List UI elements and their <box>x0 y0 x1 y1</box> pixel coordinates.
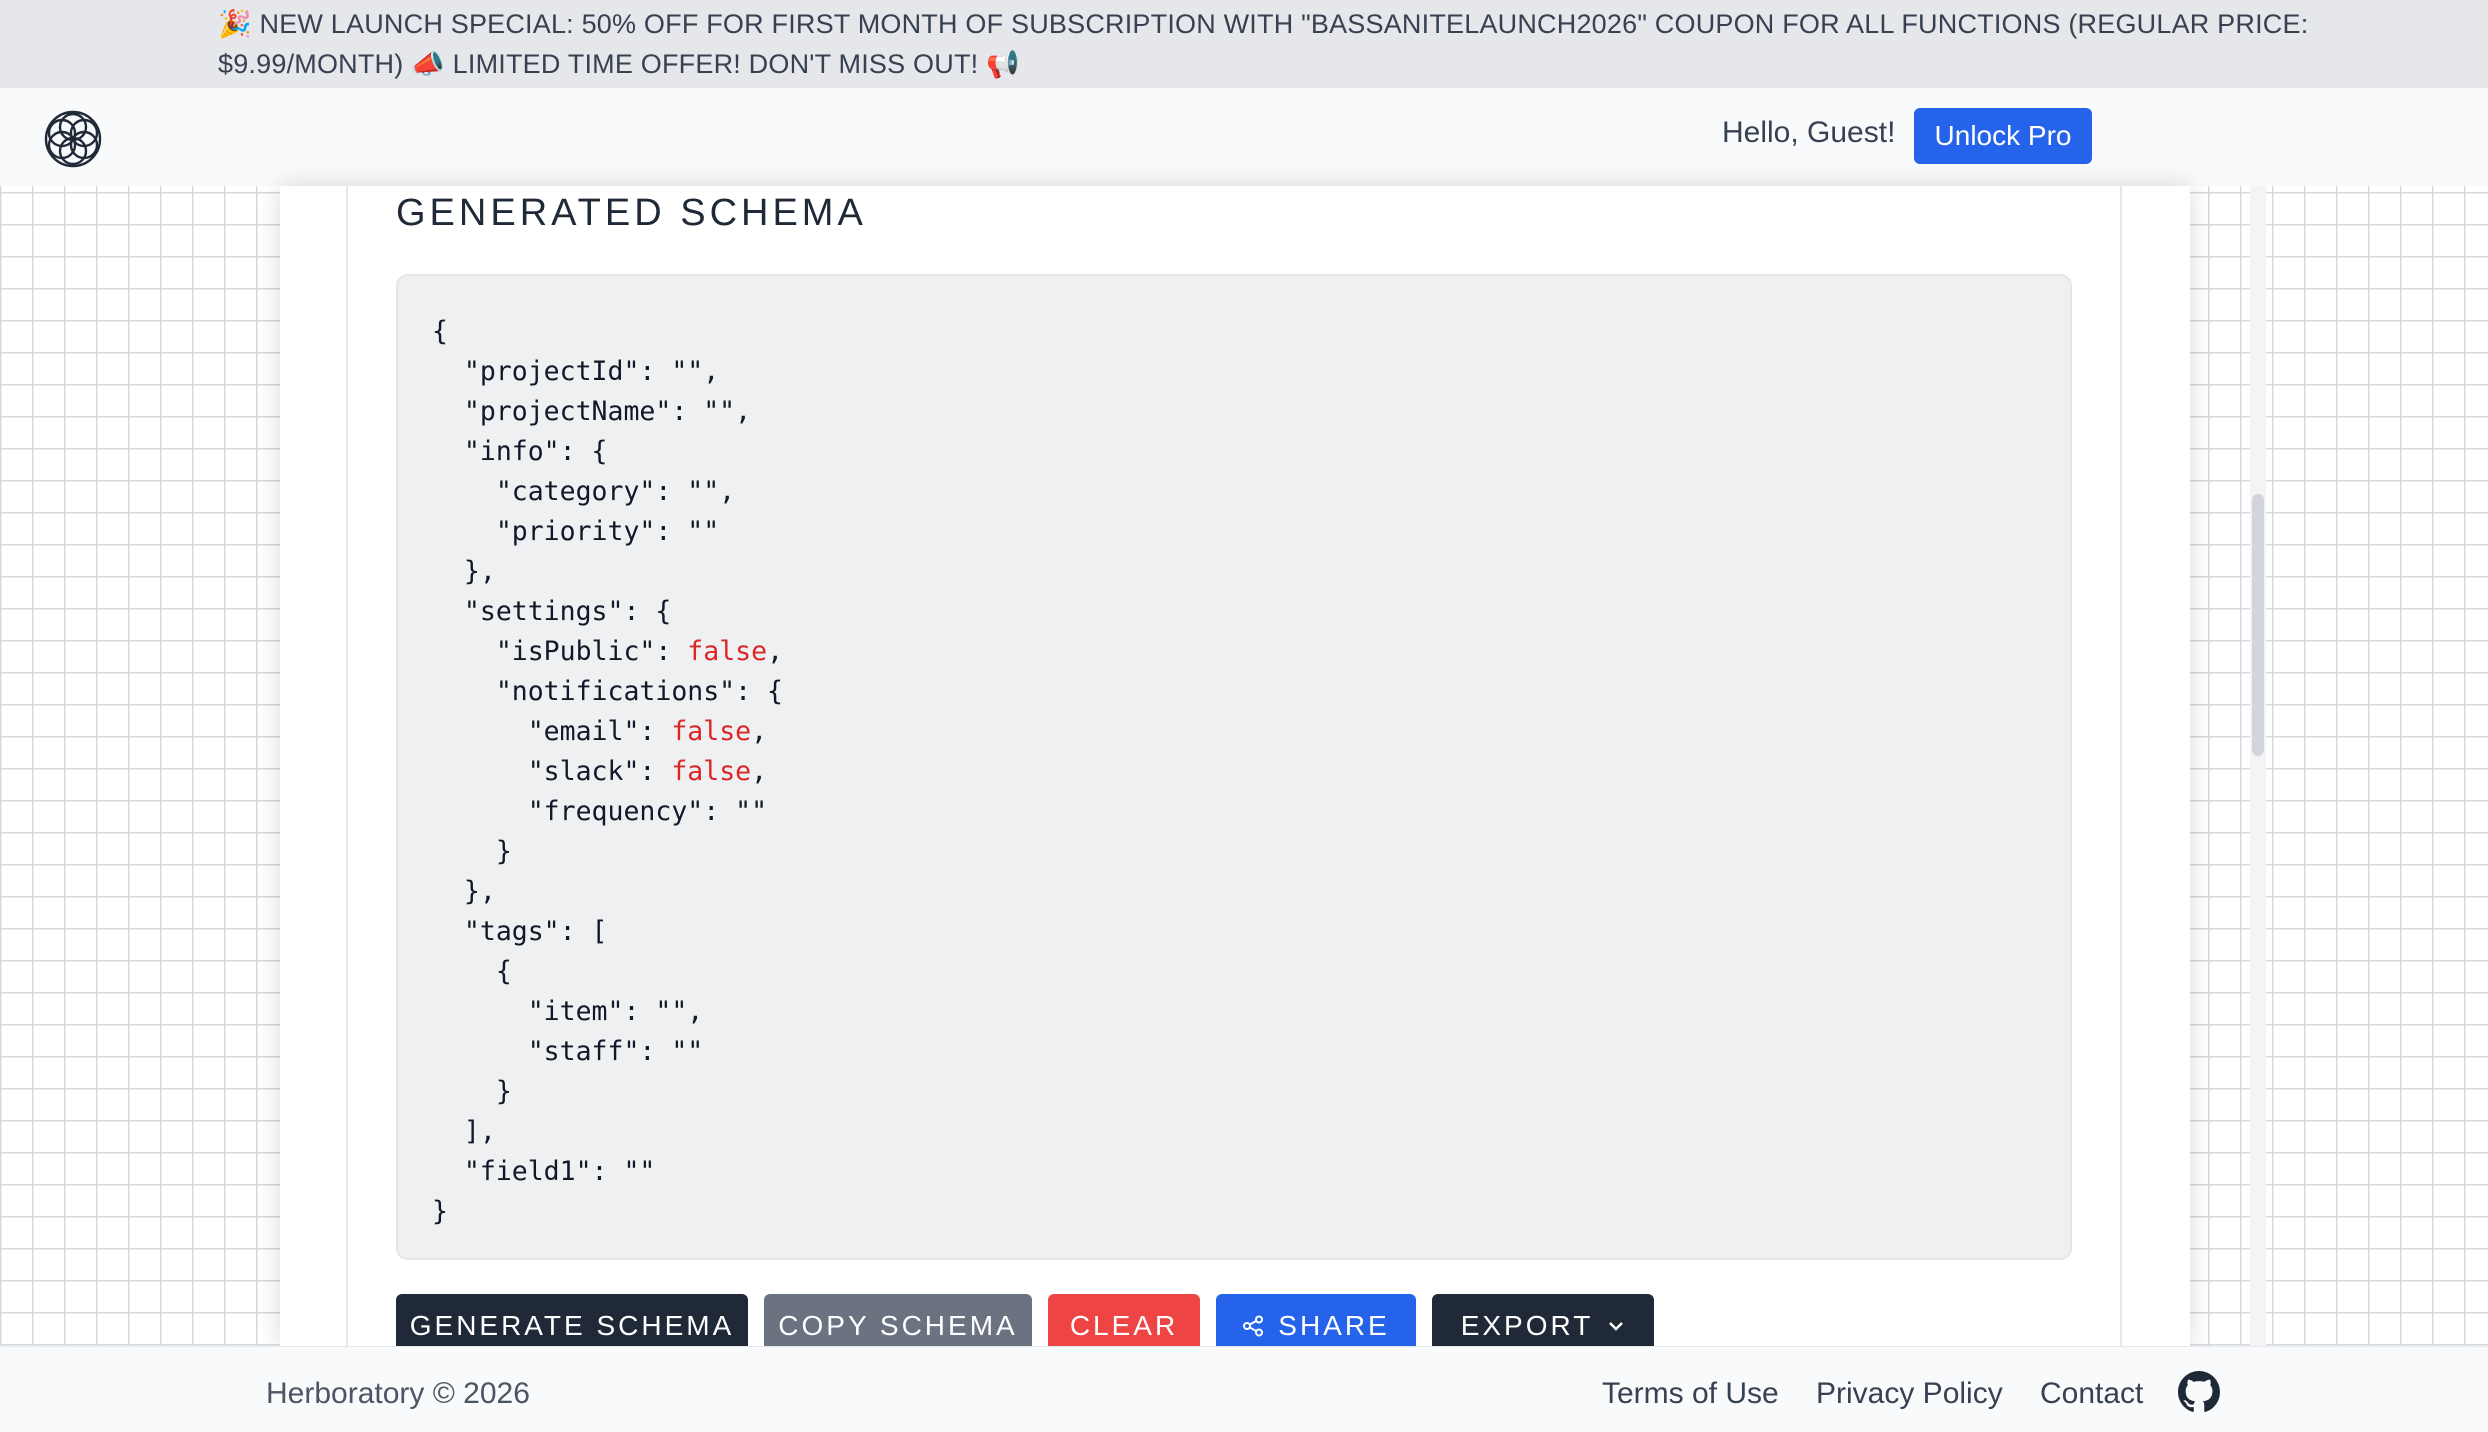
footer-link-contact[interactable]: Contact <box>2040 1377 2143 1411</box>
top-navbar: Hello, Guest! Unlock Pro <box>0 88 2488 186</box>
promo-banner-text: 🎉 NEW LAUNCH SPECIAL: 50% OFF FOR FIRST … <box>218 9 2309 79</box>
code-line: "staff": "" <box>432 1036 704 1067</box>
chevron-down-icon <box>1609 1322 1624 1331</box>
code-line: "slack": false, <box>432 756 768 787</box>
code-line: } <box>432 1076 512 1107</box>
code-line: }, <box>432 876 496 907</box>
code-line: "frequency": "" <box>432 796 768 827</box>
code-line: "projectName": "", <box>432 396 752 427</box>
schema-code: { "projectId": "", "projectName": "", "i… <box>432 312 2070 1232</box>
code-keyword: false <box>687 636 768 667</box>
github-icon[interactable] <box>2178 1371 2220 1413</box>
code-line: { <box>432 316 448 347</box>
logo-icon[interactable] <box>42 108 104 170</box>
code-line: "tags": [ <box>432 916 608 947</box>
code-line: } <box>432 836 512 867</box>
code-line: "priority": "" <box>432 516 720 547</box>
code-line: "isPublic": false, <box>432 636 784 667</box>
code-line: "info": { <box>432 436 608 467</box>
section-title: GENERATED SCHEMA <box>396 192 867 234</box>
code-line: "settings": { <box>432 596 672 627</box>
scrollbar-track[interactable] <box>2250 186 2266 1346</box>
footer-link-privacy[interactable]: Privacy Policy <box>1816 1377 2003 1411</box>
generate-schema-label: GENERATE SCHEMA <box>409 1310 735 1341</box>
code-line: "projectId": "", <box>432 356 720 387</box>
copy-schema-label: COPY SCHEMA <box>778 1310 1018 1341</box>
share-label: SHARE <box>1278 1310 1390 1341</box>
footer: Herboratory © 2026 Terms of Use Privacy … <box>0 1346 2488 1432</box>
promo-banner: 🎉 NEW LAUNCH SPECIAL: 50% OFF FOR FIRST … <box>0 0 2488 88</box>
code-line: }, <box>432 556 496 587</box>
scrollbar-thumb[interactable] <box>2252 494 2264 756</box>
code-line: "field1": "" <box>432 1156 656 1187</box>
unlock-pro-button[interactable]: Unlock Pro <box>1914 108 2092 164</box>
code-line: "notifications": { <box>432 676 783 707</box>
code-keyword: false <box>671 716 752 747</box>
share-icon <box>1243 1315 1264 1337</box>
export-label: EXPORT <box>1460 1310 1594 1341</box>
clear-label: CLEAR <box>1069 1310 1179 1341</box>
greeting-text: Hello, Guest! <box>1722 116 1896 149</box>
code-line: { <box>432 956 512 987</box>
code-line: } <box>432 1196 448 1227</box>
code-line: ], <box>432 1116 496 1147</box>
schema-code-block[interactable]: { "projectId": "", "projectName": "", "i… <box>396 274 2072 1260</box>
code-line: "item": "", <box>432 996 704 1027</box>
footer-copyright: Herboratory © 2026 <box>266 1377 530 1410</box>
footer-link-terms[interactable]: Terms of Use <box>1602 1377 1779 1411</box>
code-line: "email": false, <box>432 716 768 747</box>
code-keyword: false <box>671 756 752 787</box>
code-line: "category": "", <box>432 476 736 507</box>
